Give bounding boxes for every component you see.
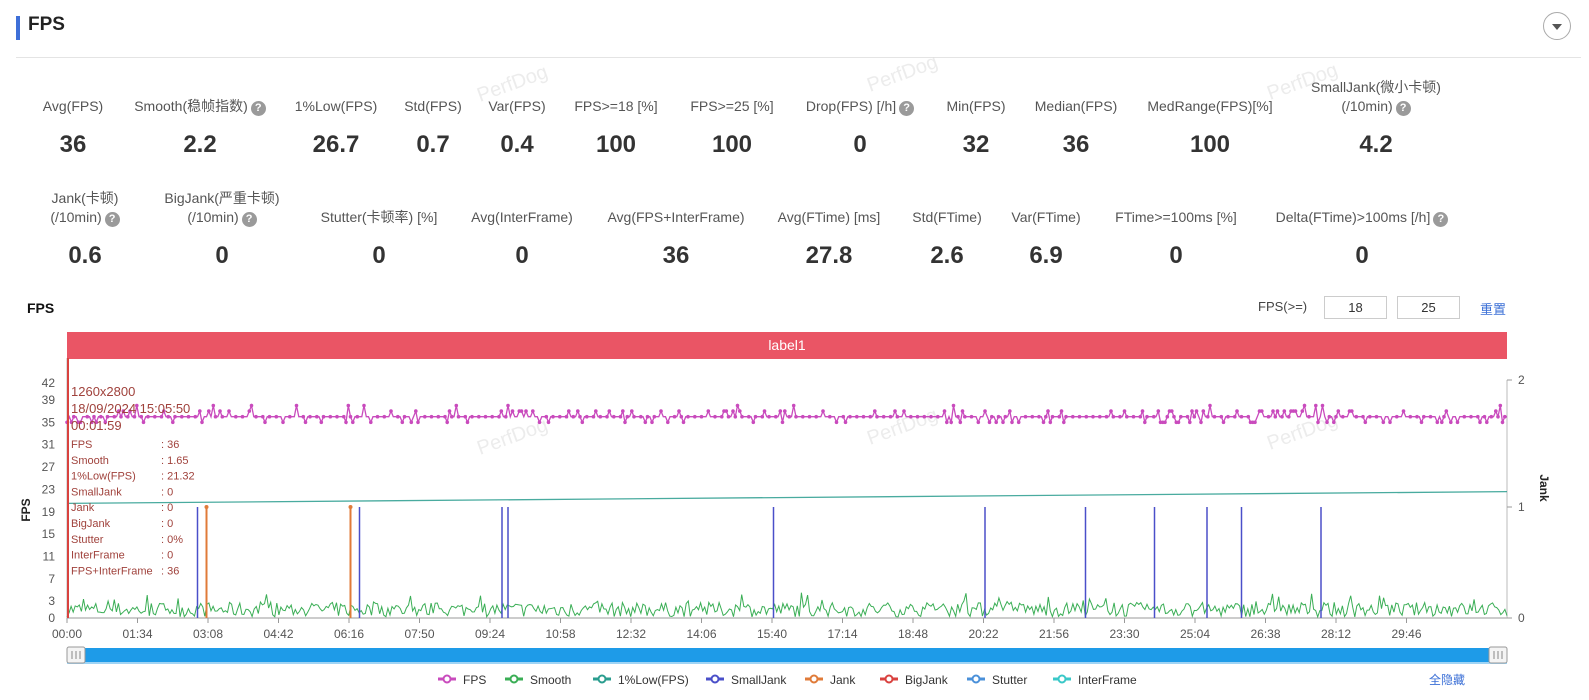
time-range-slider-shadow — [67, 662, 1507, 664]
tooltip-row-value: : 0% — [161, 534, 183, 546]
tooltip-row-value: : 0 — [161, 486, 173, 498]
jank-event-marker — [348, 505, 353, 509]
legend-item-stutter[interactable]: Stutter — [967, 673, 1027, 687]
tooltip-row-value: : 36 — [161, 565, 179, 577]
legend-label: InterFrame — [1078, 673, 1137, 687]
legend-item-1-low-fps-[interactable]: 1%Low(FPS) — [593, 673, 689, 687]
legend-item-jank[interactable]: Jank — [805, 673, 856, 687]
tooltip-row-label: FPS — [71, 439, 92, 451]
tooltip-row-label: 1%Low(FPS) — [71, 471, 136, 483]
tooltip-row-value: : 0 — [161, 518, 173, 530]
x-tick-label: 15:40 — [757, 627, 787, 641]
y-tick-label: 7 — [48, 572, 55, 586]
tooltip-row-label: SmallJank — [71, 486, 122, 498]
legend-swatch-marker — [971, 674, 981, 684]
legend-swatch-marker — [884, 674, 894, 684]
x-tick-label: 18:48 — [898, 627, 928, 641]
series-fps-line — [66, 403, 1507, 425]
watermark-text: PerfDog — [864, 51, 940, 97]
y-tick-label: 35 — [42, 415, 56, 429]
y-tick-label: 19 — [42, 505, 56, 519]
legend-item-bigjank[interactable]: BigJank — [880, 673, 949, 687]
legend-item-interframe[interactable]: InterFrame — [1053, 673, 1137, 687]
tooltip-row-label: BigJank — [71, 518, 111, 530]
legend-swatch-marker — [509, 674, 519, 684]
tooltip-row-value: : 21.32 — [161, 471, 195, 483]
legend-swatch-marker — [1057, 674, 1067, 684]
tooltip-header-line: 1260x2800 — [71, 384, 135, 399]
jank-event-marker — [204, 505, 209, 509]
watermark-text: PerfDog — [474, 61, 550, 107]
x-tick-label: 20:22 — [968, 627, 998, 641]
legend-swatch-marker — [710, 674, 720, 684]
y-tick-label: 27 — [42, 460, 56, 474]
legend-label: FPS — [463, 673, 486, 687]
legend-label: Stutter — [992, 673, 1027, 687]
fps-chart[interactable]: 0 3 7 11 15 19 23 27 31 35 39 42 0 1 2 00:00 01:34 03:08 0… — [0, 0, 1589, 700]
x-tick-label: 17:14 — [827, 627, 857, 641]
x-tick-label: 01:34 — [122, 627, 152, 641]
tooltip-header-line: 00:01:59 — [71, 418, 122, 433]
x-tick-label: 12:32 — [616, 627, 646, 641]
x-tick-label: 26:38 — [1250, 627, 1280, 641]
y-axis-title: FPS — [19, 498, 33, 521]
y-tick-label: 15 — [42, 527, 56, 541]
series-smooth-line — [66, 592, 1508, 619]
legend-swatch-marker — [442, 674, 452, 684]
legend-label: Smooth — [530, 673, 571, 687]
legend-label: 1%Low(FPS) — [618, 673, 689, 687]
y-right-tick-label: 2 — [1518, 373, 1525, 387]
x-tick-label: 03:08 — [193, 627, 223, 641]
y-right-tick-label: 0 — [1518, 611, 1525, 625]
tooltip-row-value: : 36 — [161, 439, 179, 451]
tooltip-row-label: Smooth — [71, 455, 109, 467]
y-tick-label: 23 — [42, 482, 56, 496]
tooltip-row-label: FPS+InterFrame — [71, 565, 153, 577]
legend-label: BigJank — [905, 673, 949, 687]
y-right-tick-label: 1 — [1518, 500, 1525, 514]
x-tick-label: 10:58 — [545, 627, 575, 641]
x-tick-label: 21:56 — [1039, 627, 1069, 641]
tooltip-row-value: : 0 — [161, 502, 173, 514]
x-tick-label: 23:30 — [1109, 627, 1139, 641]
x-tick-label: 28:12 — [1321, 627, 1351, 641]
x-tick-label: 06:16 — [334, 627, 364, 641]
legend-item-smalljank[interactable]: SmallJank — [706, 673, 787, 687]
legend-label: Jank — [830, 673, 856, 687]
tooltip-row-value: : 0 — [161, 550, 173, 562]
y-right-axis-title: Jank — [1537, 474, 1551, 502]
hide-all-button[interactable]: 全隐藏 — [1429, 672, 1465, 687]
tooltip-row-label: Jank — [71, 502, 95, 514]
legend-label: SmallJank — [731, 673, 787, 687]
x-tick-label: 29:46 — [1391, 627, 1421, 641]
tooltip-header-line: 18/09/2024 15:05:50 — [71, 401, 190, 416]
legend-item-smooth[interactable]: Smooth — [505, 673, 571, 687]
y-tick-label: 31 — [42, 438, 56, 452]
x-tick-label: 07:50 — [404, 627, 434, 641]
y-tick-label: 39 — [42, 393, 56, 407]
tooltip-row-label: InterFrame — [71, 550, 125, 562]
watermark-text: PerfDog — [1264, 59, 1340, 105]
legend-item-fps[interactable]: FPS — [438, 673, 486, 687]
tooltip-row-value: : 1.65 — [161, 455, 189, 467]
y-tick-label: 0 — [48, 611, 55, 625]
y-tick-label: 11 — [43, 550, 56, 564]
time-range-slider[interactable] — [67, 648, 1507, 662]
x-tick-label: 14:06 — [686, 627, 716, 641]
x-tick-label: 09:24 — [475, 627, 505, 641]
x-tick-label: 25:04 — [1180, 627, 1210, 641]
legend-swatch-marker — [809, 674, 819, 684]
legend-swatch-marker — [597, 674, 607, 684]
x-tick-label: 04:42 — [263, 627, 293, 641]
x-tick-label: 00:00 — [52, 627, 82, 641]
series-1percentlow-line — [66, 490, 1508, 505]
tooltip-row-label: Stutter — [71, 534, 104, 546]
y-tick-label: 3 — [48, 594, 55, 608]
y-tick-label: 42 — [42, 376, 56, 390]
